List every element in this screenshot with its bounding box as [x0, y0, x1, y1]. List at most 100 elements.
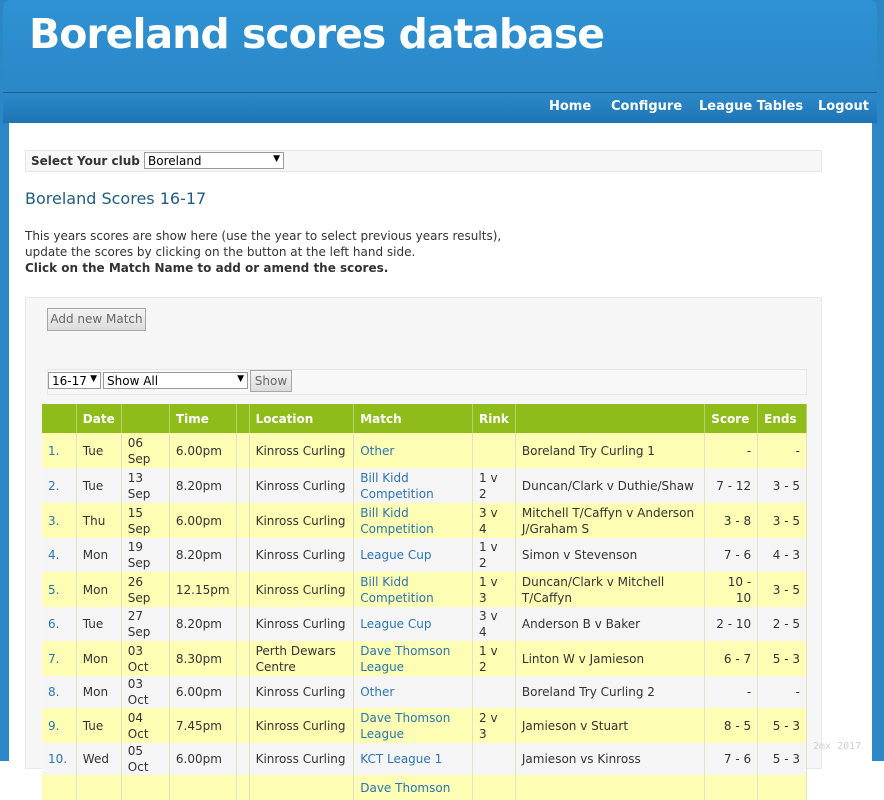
club-select[interactable]: Boreland ▼: [144, 152, 284, 169]
row-location: Kinross Curling: [249, 572, 355, 607]
table-row: 2. Tue 13 Sep 8.20pm Kinross Curling Bill Kid…: [42, 468, 807, 503]
match-link[interactable]: Other: [360, 444, 394, 458]
add-new-match-button[interactable]: Add new Match: [47, 308, 146, 331]
row-score: 7 - 6: [704, 743, 759, 775]
match-link[interactable]: League Cup: [360, 617, 431, 631]
row-number: 5.: [42, 572, 77, 607]
match-link[interactable]: Bill Kidd Competition: [360, 506, 433, 536]
row-number: 3.: [42, 503, 77, 538]
row-spacer: [236, 708, 250, 743]
row-teams: Boreland Try Curling 2: [515, 676, 706, 708]
row-rink: [472, 433, 516, 468]
col-header-match: Match: [353, 404, 473, 433]
row-time: 8.30pm: [169, 641, 237, 676]
row-teams: Boreland Try Curling 1: [515, 433, 706, 468]
row-match: Bill Kidd Competition: [353, 503, 473, 538]
col-header-date2: [121, 404, 170, 433]
chevron-down-icon: ▼: [90, 374, 97, 384]
intro-instruction: Click on the Match Name to add or amend …: [25, 261, 389, 275]
row-time: 6.00pm: [169, 503, 237, 538]
match-link[interactable]: Other: [360, 685, 394, 699]
row-ends: 5 - 3: [757, 641, 807, 676]
club-selector-bar: Select Your club : Boreland ▼: [25, 150, 822, 172]
match-link[interactable]: Dave Thomson: [360, 781, 450, 795]
intro-line-2: update the scores by clicking on the but…: [25, 245, 416, 259]
table-body: 1. Tue 06 Sep 6.00pm Kinross Curling Other Bor…: [42, 433, 807, 800]
year-select-value: 16-17: [52, 374, 87, 388]
row-spacer: [236, 775, 250, 800]
col-header-time: Time: [169, 404, 237, 433]
match-link[interactable]: Bill Kidd Competition: [360, 471, 433, 501]
row-date: 04 Oct: [121, 708, 170, 743]
row-rink: 3 v 4: [472, 503, 516, 538]
row-location: Kinross Curling: [249, 433, 355, 468]
intro-text: This years scores are show here (use the…: [25, 228, 501, 276]
row-time: 6.00pm: [169, 433, 237, 468]
row-number: 8.: [42, 676, 77, 708]
row-score: 10 - 10: [704, 572, 759, 607]
chevron-down-icon: ▼: [237, 374, 244, 384]
row-match: Other: [353, 433, 473, 468]
row-number: 10.: [42, 743, 77, 775]
row-location: Kinross Curling: [249, 708, 355, 743]
match-link[interactable]: League Cup: [360, 548, 431, 562]
row-teams: Mitchell T/Caffyn v Anderson J/Graham S: [515, 503, 706, 538]
row-day: [76, 775, 122, 800]
table-row: Dave Thomson: [42, 775, 807, 800]
row-ends: 3 - 5: [757, 503, 807, 538]
row-time: 8.20pm: [169, 468, 237, 503]
row-teams: Simon v Stevenson: [515, 538, 706, 572]
table-row: 1. Tue 06 Sep 6.00pm Kinross Curling Other Bor…: [42, 433, 807, 468]
match-link[interactable]: Dave Thomson League: [360, 711, 450, 741]
row-score: -: [704, 676, 759, 708]
row-match: Dave Thomson League: [353, 708, 473, 743]
row-teams: Duncan/Clark v Mitchell T/Caffyn: [515, 572, 706, 607]
row-date: 06 Sep: [121, 433, 170, 468]
row-rink: 1 v 2: [472, 468, 516, 503]
row-spacer: [236, 743, 250, 775]
nav-league-tables[interactable]: League Tables: [699, 99, 803, 114]
nav-configure[interactable]: Configure: [611, 99, 682, 114]
row-location: Kinross Curling: [249, 676, 355, 708]
row-day: Mon: [76, 572, 122, 607]
row-match: Other: [353, 676, 473, 708]
row-day: Mon: [76, 538, 122, 572]
match-type-select[interactable]: Show All ▼: [103, 372, 248, 389]
col-header-ends: Ends: [757, 404, 807, 433]
table-row: 9. Tue 04 Oct 7.45pm Kinross Curling Dave Tho…: [42, 708, 807, 743]
row-time: [169, 775, 237, 800]
row-teams: Jamieson vs Kinross: [515, 743, 706, 775]
row-number: 2.: [42, 468, 77, 503]
nav-logout[interactable]: Logout: [818, 99, 869, 114]
row-time: 8.20pm: [169, 538, 237, 572]
nav-home[interactable]: Home: [549, 99, 591, 114]
row-score: -: [704, 433, 759, 468]
row-day: Tue: [76, 468, 122, 503]
row-match: League Cup: [353, 607, 473, 641]
site-title: Boreland scores database: [29, 10, 605, 58]
table-header-row: Date Time Location Match Rink Score Ends: [42, 404, 807, 433]
row-location: Kinross Curling: [249, 538, 355, 572]
row-day: Mon: [76, 676, 122, 708]
row-match: Dave Thomson: [353, 775, 473, 800]
table-row: 3. Thu 15 Sep 6.00pm Kinross Curling Bill Kid…: [42, 503, 807, 538]
table-row: 5. Mon 26 Sep 12.15pm Kinross Curling Bill Ki…: [42, 572, 807, 607]
row-spacer: [236, 641, 250, 676]
match-link[interactable]: Bill Kidd Competition: [360, 575, 433, 605]
show-button[interactable]: Show: [250, 370, 292, 392]
col-header-date: Date: [76, 404, 122, 433]
row-rink: 2 v 3: [472, 708, 516, 743]
row-teams: Anderson B v Baker: [515, 607, 706, 641]
row-spacer: [236, 503, 250, 538]
row-ends: -: [757, 433, 807, 468]
site-header: Boreland scores database: [3, 0, 877, 92]
match-link[interactable]: KCT League 1: [360, 752, 442, 766]
matches-table: Date Time Location Match Rink Score Ends…: [42, 404, 807, 800]
match-link[interactable]: Dave Thomson League: [360, 644, 450, 674]
year-select[interactable]: 16-17 ▼: [48, 372, 101, 389]
row-match: Bill Kidd Competition: [353, 468, 473, 503]
row-number: [42, 775, 77, 800]
row-spacer: [236, 676, 250, 708]
row-rink: 1 v 2: [472, 641, 516, 676]
row-date: 15 Sep: [121, 503, 170, 538]
